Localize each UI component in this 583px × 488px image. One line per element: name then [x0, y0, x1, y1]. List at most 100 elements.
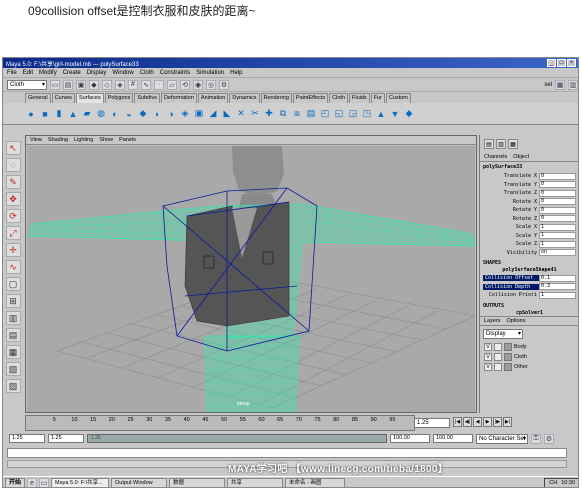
- tab-layers[interactable]: Layers: [484, 318, 501, 324]
- layer-display-type-toggle[interactable]: [494, 343, 502, 351]
- start-button[interactable]: 开始: [5, 478, 26, 487]
- task-data[interactable]: 数据: [169, 478, 226, 487]
- animation-prefs-icon[interactable]: ⚙: [544, 433, 554, 444]
- shelf-tab-curves[interactable]: Curves: [51, 93, 75, 103]
- curve-tool-icon[interactable]: ∿: [5, 260, 21, 274]
- end-time-field[interactable]: 100.00: [433, 434, 473, 443]
- channel-label[interactable]: Translate Z: [483, 190, 539, 196]
- nurbs-cone-icon[interactable]: ▲: [67, 107, 79, 121]
- square-surface-icon[interactable]: ▣: [193, 107, 205, 121]
- channel-label[interactable]: Rotate Z: [483, 216, 539, 222]
- menu-constraints[interactable]: Constraints: [160, 70, 190, 76]
- layout-e-icon[interactable]: ▨: [5, 379, 21, 393]
- planar-icon[interactable]: ◆: [137, 107, 149, 121]
- move-tool-icon[interactable]: ✥: [5, 192, 21, 206]
- layer-visibility-toggle[interactable]: V: [484, 343, 492, 351]
- play-back-icon[interactable]: ◀: [473, 417, 482, 427]
- range-slider[interactable]: 1.25: [87, 434, 387, 443]
- menu-edit[interactable]: Edit: [23, 70, 33, 76]
- tab-options[interactable]: Options: [507, 318, 526, 324]
- channel-label[interactable]: Visibility: [483, 250, 539, 256]
- channel-row[interactable]: Scale X1: [483, 223, 576, 232]
- shelf-tab-animation[interactable]: Animation: [197, 93, 229, 103]
- channel-label[interactable]: Scale Y: [483, 233, 539, 239]
- shelf-tab-fur[interactable]: Fur: [370, 93, 385, 103]
- shelf-tab-surfaces[interactable]: Surfaces: [76, 93, 104, 103]
- attach-icon[interactable]: ⧉: [277, 107, 289, 121]
- layer-display-type-toggle[interactable]: [494, 353, 502, 361]
- channel-row[interactable]: Collision Offset 0.1: [483, 274, 576, 283]
- ipr-render-icon[interactable]: ◎: [206, 79, 216, 90]
- open-scene-icon[interactable]: ▤: [63, 79, 73, 90]
- channel-box-mode-icon[interactable]: ▤: [484, 139, 494, 149]
- channel-row[interactable]: Rotate Y0: [483, 206, 576, 215]
- shelf-tab-custom[interactable]: Custom: [385, 93, 411, 103]
- tab-object[interactable]: Object: [513, 154, 529, 160]
- nurbs-cylinder-icon[interactable]: ▮: [53, 107, 65, 121]
- menu-create[interactable]: Create: [63, 70, 81, 76]
- layer-color-swatch[interactable]: [504, 343, 512, 351]
- shelf-tab-subdivs[interactable]: Subdivs: [134, 93, 160, 103]
- 3d-viewport[interactable]: persp: [27, 146, 475, 412]
- extend-icon[interactable]: ◲: [347, 107, 359, 121]
- channel-row[interactable]: Visibility on: [483, 249, 576, 258]
- command-line[interactable]: [7, 448, 567, 458]
- shelf-tab-painteffects[interactable]: PaintEffects: [292, 93, 329, 103]
- channel-label[interactable]: Translate X: [483, 173, 539, 179]
- loft-icon[interactable]: ◒: [123, 107, 135, 121]
- menu-cloth[interactable]: Cloth: [140, 70, 154, 76]
- boundary-icon[interactable]: ◈: [179, 107, 191, 121]
- snap-plane-icon[interactable]: ▱: [167, 79, 177, 90]
- trim-icon[interactable]: ✂: [249, 107, 261, 121]
- play-forward-icon[interactable]: ▶: [483, 417, 492, 427]
- channel-label[interactable]: Scale X: [483, 224, 539, 230]
- go-to-end-icon[interactable]: ▶|: [503, 417, 512, 427]
- channel-value-field[interactable]: 0: [539, 189, 576, 197]
- character-set-select[interactable]: No Character Set: [476, 433, 528, 444]
- layout-b-icon[interactable]: ▤: [5, 328, 21, 342]
- rotate-tool-icon[interactable]: ⟳: [5, 209, 21, 223]
- render-icon[interactable]: ◉: [193, 79, 203, 90]
- layer-display-type-toggle[interactable]: [494, 363, 502, 371]
- select-component-icon[interactable]: ◈: [115, 79, 125, 90]
- channel-row[interactable]: Collision Depth 0.3: [483, 283, 576, 292]
- select-tool-icon[interactable]: ↖: [5, 141, 21, 155]
- channel-value-field[interactable]: 1: [539, 232, 576, 240]
- paint-select-icon[interactable]: ✎: [5, 175, 21, 189]
- panel-menu-view[interactable]: View: [30, 137, 42, 143]
- render-globals-icon[interactable]: ⚙: [219, 79, 229, 90]
- untrim-icon[interactable]: ✚: [263, 107, 275, 121]
- open-close-icon[interactable]: ◰: [319, 107, 331, 121]
- shelf-tab-polygons[interactable]: Polygons: [104, 93, 134, 103]
- layer-name[interactable]: Body: [514, 344, 527, 350]
- shelf-tab-dynamics[interactable]: Dynamics: [229, 93, 260, 103]
- channel-label[interactable]: Collision Depth: [483, 283, 539, 290]
- menu-set-select[interactable]: Cloth: [7, 79, 47, 90]
- channel-label[interactable]: Translate Y: [483, 182, 539, 188]
- channel-value-field[interactable]: 1: [539, 240, 576, 248]
- bevel-icon[interactable]: ◢: [207, 107, 219, 121]
- channel-row[interactable]: Rotate Z0: [483, 215, 576, 224]
- save-scene-icon[interactable]: ▣: [76, 79, 86, 90]
- layer-row[interactable]: V Other: [480, 362, 578, 372]
- layer-visibility-toggle[interactable]: V: [484, 353, 492, 361]
- nurbs-sphere-icon[interactable]: ●: [25, 107, 37, 121]
- channel-value-field[interactable]: 0: [539, 198, 576, 206]
- menu-modify[interactable]: Modify: [39, 70, 57, 76]
- shelf-tab-deformation[interactable]: Deformation: [160, 93, 197, 103]
- panel-menu-lighting[interactable]: Lighting: [74, 137, 93, 143]
- nurbs-torus-icon[interactable]: ◍: [95, 107, 107, 121]
- layout-d-icon[interactable]: ▧: [5, 362, 21, 376]
- reverse-icon[interactable]: ▼: [389, 107, 401, 121]
- layer-editor-mode-icon[interactable]: ▥: [496, 139, 506, 149]
- playback-end-field[interactable]: 100.00: [390, 434, 430, 443]
- channel-box-icon[interactable]: ▥: [568, 79, 578, 90]
- scale-tool-icon[interactable]: ⤢: [5, 226, 21, 240]
- task-share[interactable]: 共享: [227, 478, 284, 487]
- output-name[interactable]: cpSolver1: [483, 310, 576, 316]
- nurbs-cube-icon[interactable]: ■: [39, 107, 51, 121]
- layer-row[interactable]: V Body: [480, 342, 578, 352]
- select-hierarchy-icon[interactable]: ◆: [89, 79, 99, 90]
- single-view-icon[interactable]: ▢: [5, 277, 21, 291]
- start-time-field[interactable]: 1.25: [9, 434, 45, 443]
